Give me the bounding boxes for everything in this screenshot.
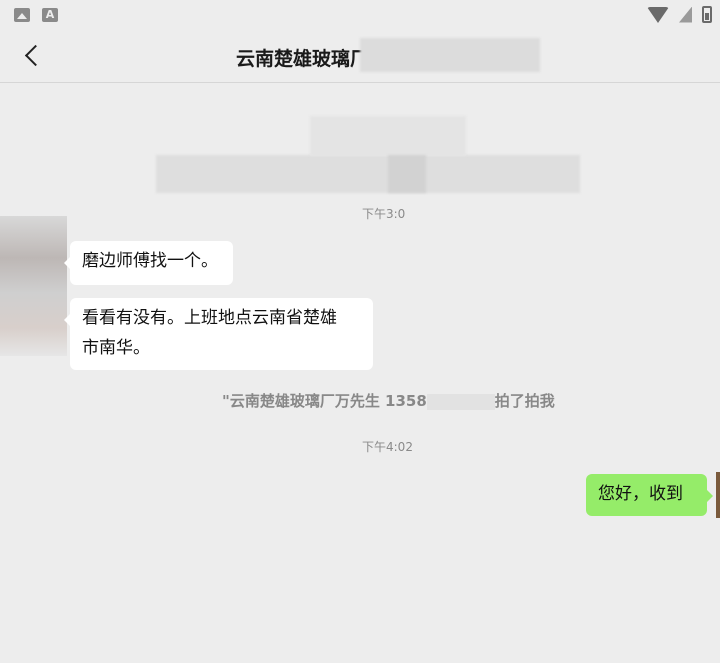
back-arrow-icon[interactable] bbox=[18, 42, 46, 70]
chat-title: 云南楚雄玻璃厂 bbox=[236, 48, 370, 70]
message-text-line2: 市南华。 bbox=[82, 338, 150, 358]
contact-avatar[interactable] bbox=[0, 216, 67, 356]
my-message-bubble[interactable]: 您好，收到 bbox=[586, 474, 713, 516]
message-bubble-2[interactable]: 看看有没有。上班地点云南省楚雄 市南华。 bbox=[64, 298, 373, 370]
pat-system-message: "云南楚雄玻璃厂万先生 1358 拍了拍我 bbox=[222, 390, 555, 411]
battery-charging-icon bbox=[702, 6, 712, 23]
top-timestamp: 下午3:0 bbox=[362, 207, 406, 221]
redacted-title-part bbox=[360, 38, 540, 72]
status-bar: A bbox=[0, 0, 720, 30]
no-sim-icon bbox=[679, 6, 692, 23]
pat-text-part2: 拍了拍我 bbox=[494, 392, 555, 410]
chat-header: 云南楚雄玻璃厂 bbox=[0, 30, 720, 83]
message-text: 磨边师傅找一个。 bbox=[82, 251, 218, 271]
a-icon: A bbox=[42, 8, 58, 22]
message-text: 您好，收到 bbox=[598, 484, 683, 504]
message-timestamp: 下午4:02 bbox=[362, 440, 413, 454]
redacted-message-top bbox=[310, 116, 466, 156]
redacted-phone bbox=[426, 393, 495, 410]
message-bubble-1[interactable]: 磨边师傅找一个。 bbox=[64, 241, 233, 285]
pat-text-part1: "云南楚雄玻璃厂万先生 1358 bbox=[222, 392, 427, 410]
redacted-message bbox=[156, 155, 580, 193]
redacted-message-accent bbox=[388, 155, 426, 193]
my-avatar[interactable] bbox=[716, 472, 720, 518]
message-text-line1: 看看有没有。上班地点云南省楚雄 bbox=[82, 308, 337, 328]
image-icon bbox=[14, 8, 30, 22]
wifi-icon bbox=[647, 6, 669, 23]
